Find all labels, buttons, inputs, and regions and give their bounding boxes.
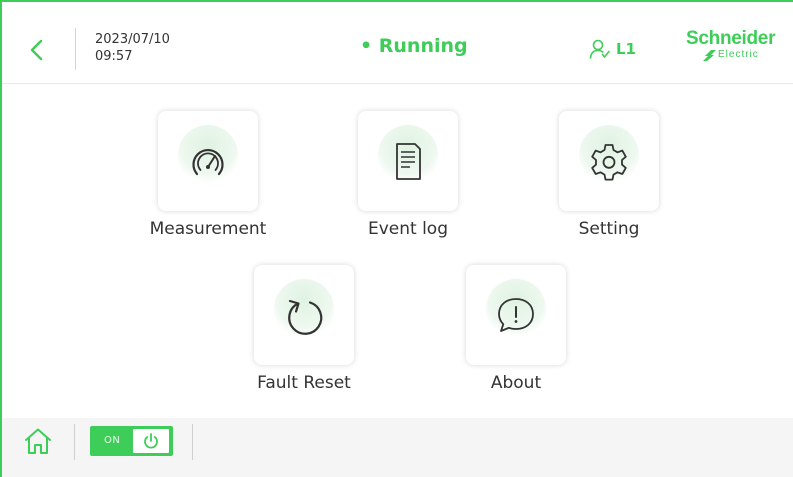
chevron-left-icon [30,39,43,61]
date-time: 2023/07/10 09:57 [95,31,170,65]
user-icon [589,39,610,59]
toggle-knob [133,429,169,453]
measurement-tile[interactable] [158,111,258,211]
hmi-screen: 2023/07/10 09:57 • Running L1 Schneider … [0,0,793,477]
setting-tile[interactable] [559,111,659,211]
gauge-icon [192,149,224,176]
running-status: • Running [360,35,468,57]
power-toggle[interactable]: ON [90,426,173,456]
gear-icon [591,144,627,181]
fault-reset-label: Fault Reset [257,373,351,393]
about-tile[interactable] [466,265,566,365]
home-button[interactable] [23,426,53,456]
reset-icon [288,299,323,335]
event-log-tile[interactable] [358,111,458,211]
time-text: 09:57 [95,49,133,64]
setting-label: Setting [578,219,640,239]
info-bubble-icon [498,298,534,332]
footer-divider [192,424,193,460]
toggle-on-label: ON [104,435,121,446]
logo-mark-icon [703,50,716,61]
bottom-bar: ON [0,418,793,477]
event-log-label: Event log [367,219,449,239]
logo-main-text: Schneider [686,28,776,49]
about-label: About [490,373,542,393]
power-icon [144,433,158,449]
footer-divider [74,424,75,460]
home-icon [25,428,51,454]
user-level-button[interactable]: L1 [588,35,636,63]
header-divider [75,28,76,70]
measurement-label: Measurement [149,219,267,239]
schneider-logo: Schneider Electric [686,29,790,69]
top-bar: 2023/07/10 09:57 • Running L1 Schneider … [0,0,793,84]
date-text: 2023/07/10 [95,32,170,47]
back-button[interactable] [22,30,50,70]
fault-reset-tile[interactable] [254,265,354,365]
user-level-label: L1 [616,40,636,58]
logo-sub-text: Electric [718,49,759,60]
document-icon [396,143,421,180]
